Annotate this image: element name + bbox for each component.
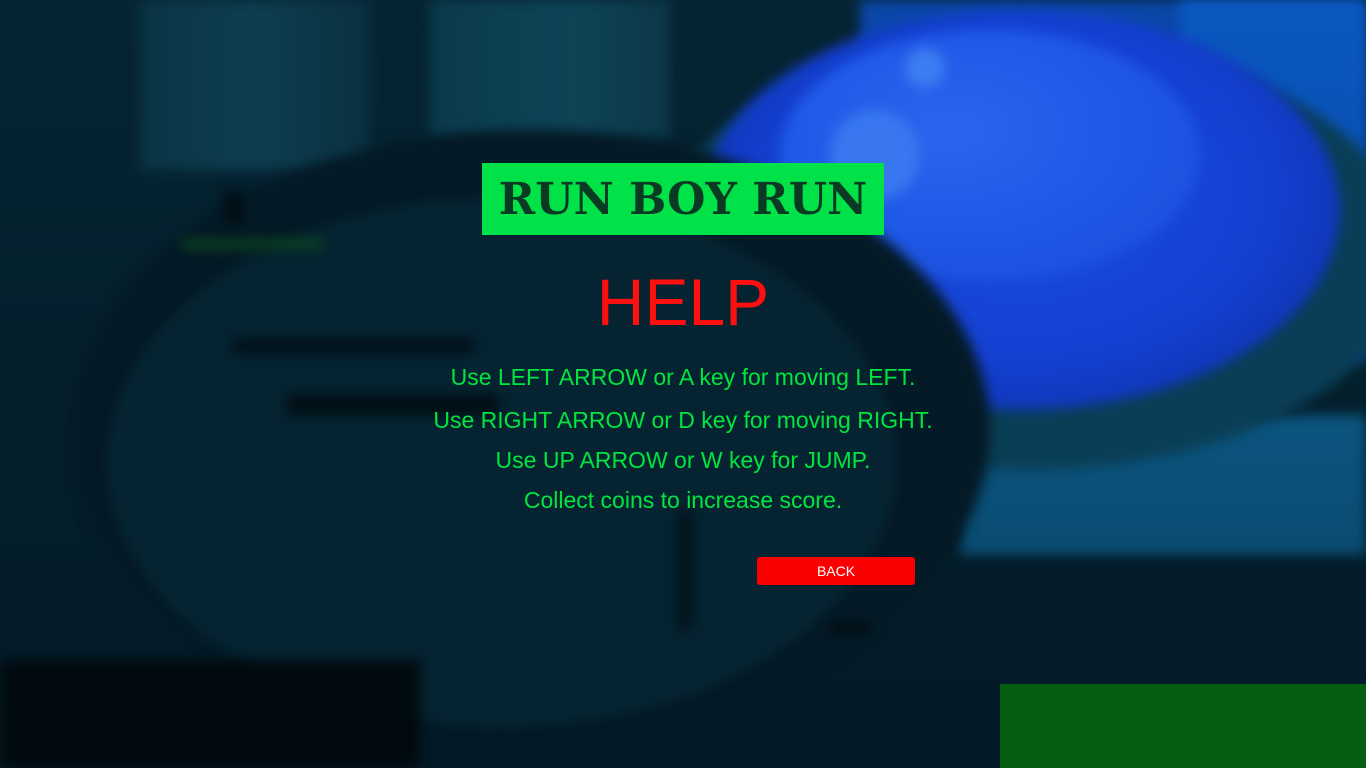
- help-screen: RUN BOY RUN HELP Use LEFT ARROW or A key…: [0, 0, 1366, 768]
- background-highlight-small: [905, 48, 945, 88]
- background-dark-block: [0, 660, 420, 768]
- instruction-move-right: Use RIGHT ARROW or D key for moving RIGH…: [433, 407, 933, 433]
- instruction-jump: Use UP ARROW or W key for JUMP.: [495, 447, 871, 473]
- background-column-left: [140, 0, 370, 170]
- instruction-collect-coins: Collect coins to increase score.: [523, 487, 843, 513]
- background-green-block: [1000, 684, 1366, 768]
- background-dark-bar: [224, 192, 244, 222]
- background-column-middle: [430, 0, 670, 140]
- page-title: HELP: [596, 265, 770, 339]
- background-green-line: [182, 240, 322, 248]
- game-logo-text: RUN BOY RUN: [498, 173, 868, 225]
- back-button[interactable]: BACK: [757, 557, 915, 585]
- game-logo: RUN BOY RUN: [482, 163, 884, 235]
- instruction-move-left: Use LEFT ARROW or A key for moving LEFT.: [450, 364, 916, 390]
- background-dark-bar: [830, 622, 870, 634]
- background-dark-bar: [680, 510, 690, 630]
